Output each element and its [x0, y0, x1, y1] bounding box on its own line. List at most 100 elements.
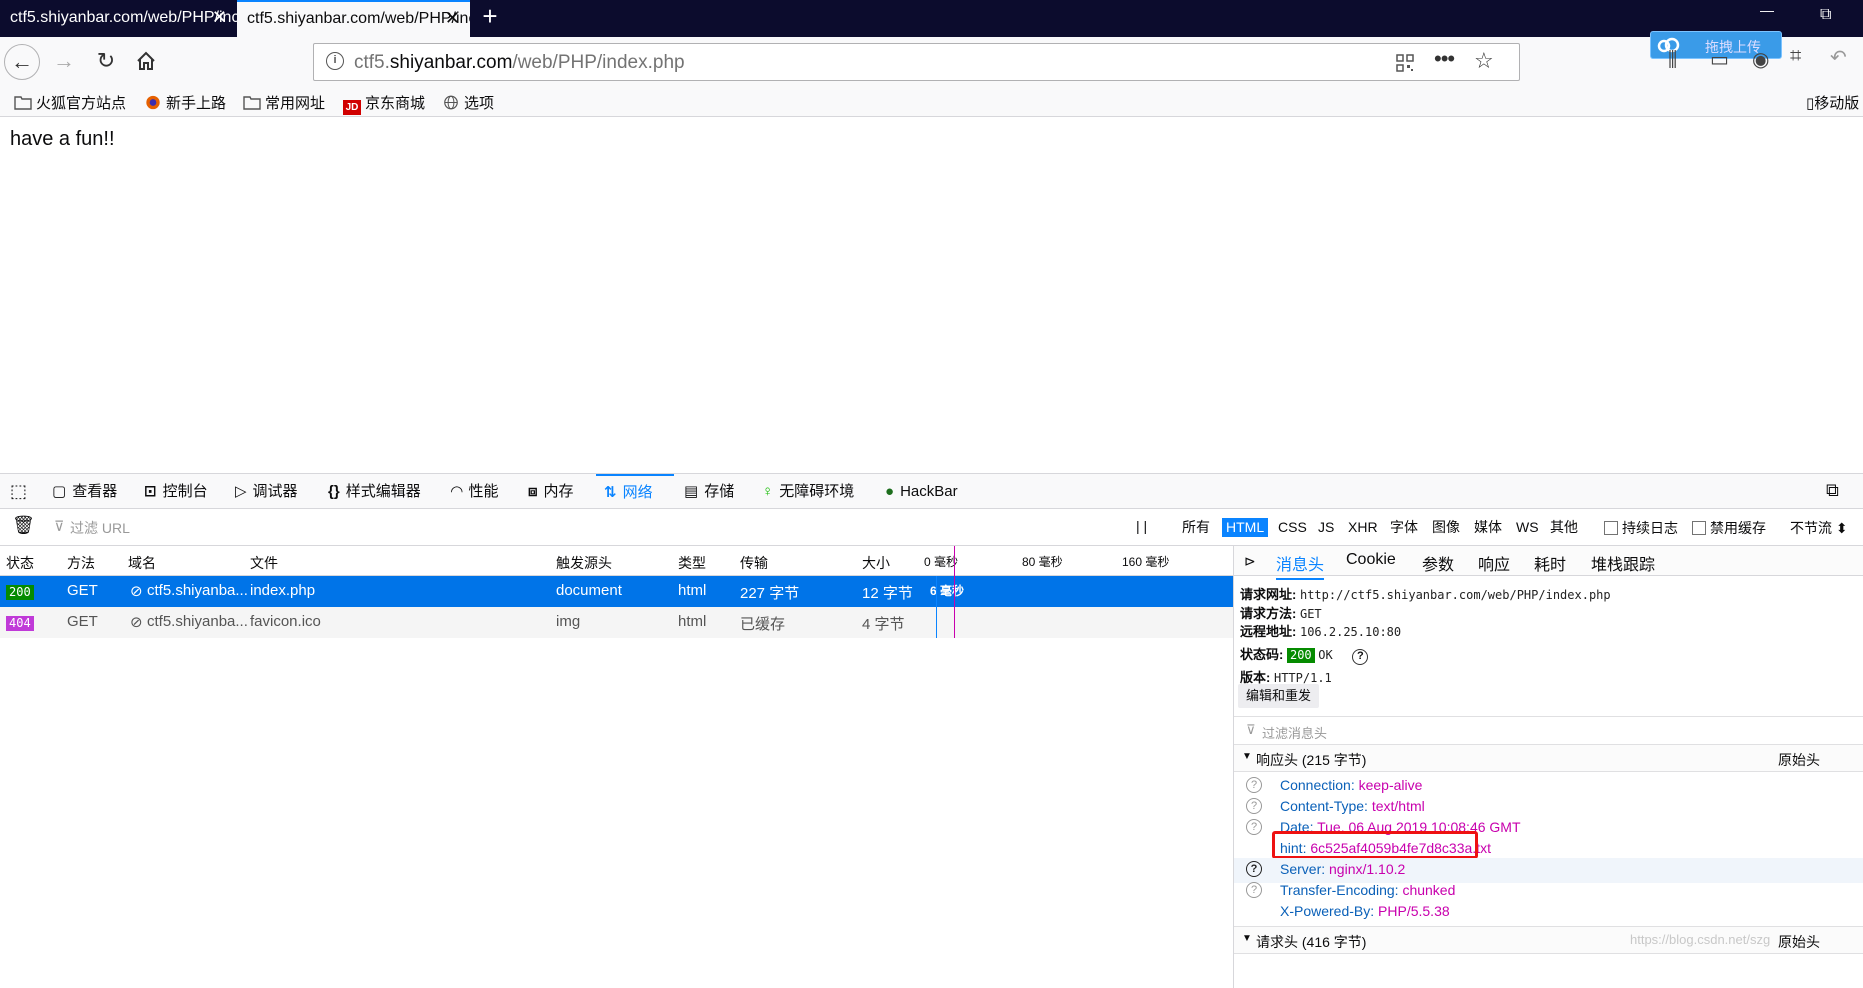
pause-button[interactable]: | | — [1136, 518, 1147, 534]
restore-button[interactable]: ⧉ — [1820, 6, 1831, 24]
sidebar-icon[interactable]: ▭ — [1710, 47, 1729, 72]
inspector-icon: ▢ — [52, 483, 67, 500]
tab-timings[interactable]: 耗时 — [1534, 551, 1566, 575]
bookmark-star-icon[interactable]: ☆ — [1474, 48, 1494, 74]
type-filter-html[interactable]: HTML — [1222, 518, 1269, 537]
filter-url-input[interactable]: 过滤 URL — [70, 518, 130, 538]
tab-hackbar[interactable]: ● HackBar — [885, 474, 958, 509]
help-icon: ? — [1246, 777, 1262, 793]
type-filter-js[interactable]: JS — [1314, 518, 1338, 537]
cell-file: favicon.ico — [250, 613, 321, 630]
tab-inspector[interactable]: ▢ 查看器 — [52, 474, 117, 509]
cell-method: GET — [67, 582, 98, 599]
accessibility-icon: ♀ — [762, 483, 774, 500]
element-picker-icon[interactable]: ⬚ — [10, 481, 27, 502]
response-headers-section[interactable]: ▼ 响应头 (215 字节) 原始头 — [1234, 744, 1863, 772]
mobile-bookmarks[interactable]: ▯移动版 — [1806, 92, 1859, 113]
table-row[interactable]: 200 GET ⊘ ctf5.shiyanba... index.php doc… — [0, 576, 1233, 607]
cell-method: GET — [67, 613, 98, 630]
browser-tab[interactable]: ctf5.shiyanbar.com/web/PHP/inc ✕ — [0, 0, 237, 37]
column-size[interactable]: 大小 — [862, 553, 890, 573]
minimize-button[interactable]: — — [1760, 2, 1774, 18]
persist-log-checkbox[interactable]: 持续日志 — [1604, 518, 1678, 538]
qr-code-icon[interactable] — [1396, 54, 1414, 72]
throttle-select[interactable]: 不节流 ⬍ — [1790, 518, 1848, 538]
url-bar[interactable]: i ctf5.shiyanbar.com/web/PHP/index.php •… — [313, 43, 1520, 81]
bookmark-folder[interactable]: 火狐官方站点 — [14, 92, 126, 113]
tab-response[interactable]: 响应 — [1478, 551, 1510, 575]
bookmark-folder[interactable]: 常用网址 — [243, 92, 325, 113]
folder-icon — [14, 96, 32, 110]
cell-size: 12 字节 — [862, 585, 913, 602]
insecure-lock-icon: ⊘ — [130, 583, 143, 600]
tab-title: ctf5.shiyanbar.com/web/PHP/inc — [247, 10, 470, 27]
bookmark-link[interactable]: 新手上路 — [144, 92, 226, 113]
home-button[interactable] — [128, 44, 164, 80]
tab-params[interactable]: 参数 — [1422, 551, 1454, 575]
bookmark-link[interactable]: 选项 — [442, 92, 494, 113]
toggle-panel-icon[interactable]: ⊳ — [1244, 553, 1256, 570]
type-filter-all[interactable]: 所有 — [1178, 518, 1214, 537]
new-tab-button[interactable]: + — [478, 0, 502, 37]
tab-stack-trace[interactable]: 堆栈跟踪 — [1591, 551, 1655, 575]
tab-style-editor[interactable]: {} 样式编辑器 — [328, 474, 421, 509]
library-icon[interactable]: ⫼ — [1668, 49, 1677, 72]
column-method[interactable]: 方法 — [67, 553, 95, 573]
bookmark-link[interactable]: JD 京东商城 — [343, 92, 425, 115]
tab-console[interactable]: ⊡ 控制台 — [144, 474, 208, 509]
tab-network[interactable]: ⇅ 网络 — [596, 474, 674, 509]
forward-button[interactable]: → — [46, 44, 82, 80]
tab-memory[interactable]: ⧈ 内存 — [528, 474, 574, 509]
raw-headers-toggle[interactable]: 原始头 — [1778, 932, 1820, 952]
network-filter-bar: 🗑 ⊽ 过滤 URL | | 所有 HTML CSS JS XHR 字体 图像 … — [0, 509, 1863, 546]
column-cause[interactable]: 触发源头 — [556, 553, 612, 573]
info-icon[interactable]: i — [326, 52, 344, 70]
chevron-down-icon: ▼ — [1242, 751, 1252, 762]
cell-transferred: 227 字节 — [740, 585, 800, 602]
tab-strip: ctf5.shiyanbar.com/web/PHP/inc ✕ ctf5.sh… — [0, 0, 1863, 37]
tab-storage[interactable]: ▤ 存储 — [684, 474, 734, 509]
tab-performance[interactable]: ◠ 性能 — [451, 474, 499, 509]
disable-cache-checkbox[interactable]: 禁用缓存 — [1692, 518, 1766, 538]
page-actions-icon[interactable]: ••• — [1434, 46, 1455, 72]
help-icon: ? — [1246, 882, 1262, 898]
edit-resend-button[interactable]: 编辑和重发 — [1238, 684, 1320, 708]
table-row[interactable]: 404 GET ⊘ ctf5.shiyanba... favicon.ico i… — [0, 607, 1233, 638]
help-icon: ? — [1352, 649, 1369, 665]
account-icon[interactable]: ◉ — [1752, 47, 1769, 72]
column-status[interactable]: 状态 — [6, 553, 34, 573]
page-text: have a fun!! — [10, 128, 115, 150]
tab-debugger[interactable]: ▷ 调试器 — [235, 474, 298, 509]
column-type[interactable]: 类型 — [678, 553, 706, 573]
reload-button[interactable]: ↻ — [88, 44, 124, 80]
dock-icon[interactable]: ⧉ — [1826, 480, 1839, 501]
close-tab-icon[interactable]: ✕ — [445, 2, 460, 35]
tab-accessibility[interactable]: ♀ 无障碍环境 — [762, 474, 854, 509]
screenshot-icon[interactable]: ⌗ — [1790, 45, 1801, 68]
folder-icon — [243, 96, 261, 110]
undo-icon[interactable]: ↶ — [1830, 45, 1847, 70]
type-filter-ws[interactable]: WS — [1512, 518, 1543, 537]
type-filter-css[interactable]: CSS — [1274, 518, 1311, 537]
timeline-tick: 160 毫秒 — [1122, 555, 1170, 569]
filter-headers-input[interactable]: ⊽ 过滤消息头 — [1234, 716, 1863, 744]
tab-cookie[interactable]: Cookie — [1346, 551, 1396, 569]
type-filter-images[interactable]: 图像 — [1428, 518, 1464, 537]
browser-tab-active[interactable]: ctf5.shiyanbar.com/web/PHP/inc ✕ — [237, 0, 470, 37]
trash-icon[interactable]: 🗑 — [12, 515, 35, 536]
type-filter-xhr[interactable]: XHR — [1344, 518, 1382, 537]
timeline-tick: 0 毫秒 — [924, 555, 959, 569]
type-filter-media[interactable]: 媒体 — [1470, 518, 1506, 537]
back-button[interactable]: ← — [4, 44, 40, 80]
tab-headers[interactable]: 消息头 — [1276, 551, 1325, 580]
type-filter-other[interactable]: 其他 — [1546, 518, 1582, 537]
column-transferred[interactable]: 传输 — [740, 553, 768, 573]
close-tab-icon[interactable]: ✕ — [212, 0, 227, 35]
type-filter-fonts[interactable]: 字体 — [1386, 518, 1422, 537]
column-domain[interactable]: 域名 — [128, 553, 156, 573]
bookmarks-toolbar: 火狐官方站点 新手上路 常用网址 JD 京东商城 选项 ▯移动版 — [0, 87, 1863, 117]
raw-headers-toggle[interactable]: 原始头 — [1778, 750, 1820, 770]
cell-transferred: 已缓存 — [740, 616, 786, 633]
column-file[interactable]: 文件 — [250, 553, 278, 573]
cell-type: html — [678, 613, 707, 630]
